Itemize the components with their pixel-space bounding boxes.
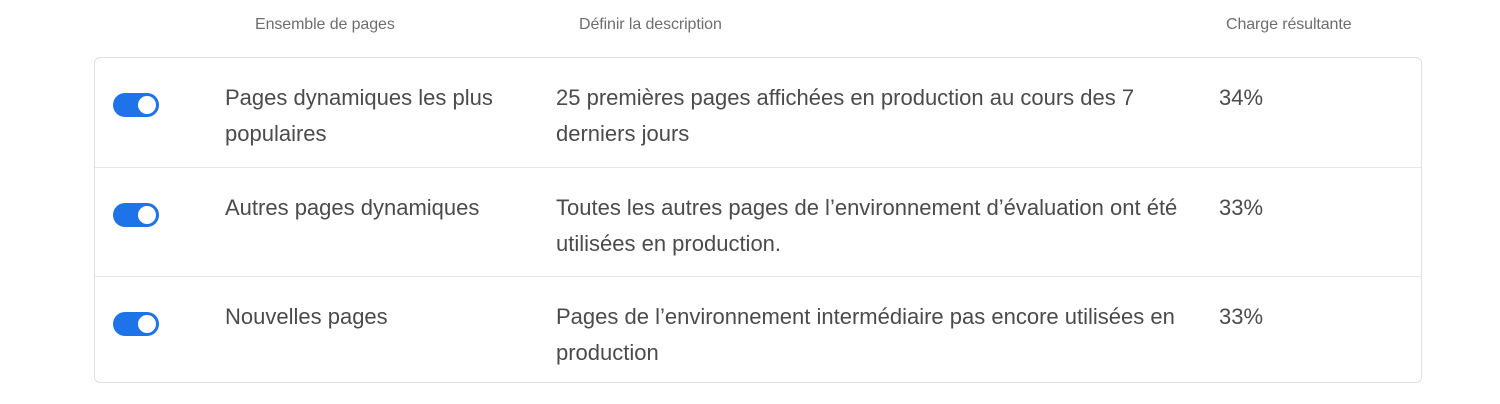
page-set-description: Pages de l’environnement intermédiaire p…: [556, 304, 1175, 365]
toggle-knob: [138, 206, 156, 224]
resulting-load-value: 34%: [1219, 85, 1264, 110]
resulting-load-value: 33%: [1219, 304, 1264, 329]
page-set-table: Pages dynamiques les plus populaires 25 …: [94, 57, 1422, 383]
toggle-knob: [138, 96, 156, 114]
table-row: Pages dynamiques les plus populaires 25 …: [95, 58, 1421, 167]
column-header-page-set: Ensemble de pages: [255, 16, 395, 33]
resulting-load-value: 33%: [1219, 195, 1264, 220]
page-set-name: Pages dynamiques les plus populaires: [225, 85, 493, 146]
page-set-description: Toutes les autres pages de l’environneme…: [556, 195, 1178, 256]
enable-toggle[interactable]: [113, 312, 159, 336]
page-set-description: 25 premières pages affichées en producti…: [556, 85, 1135, 146]
column-header-description: Définir la description: [579, 16, 722, 33]
toggle-knob: [138, 315, 156, 333]
table-header: Ensemble de pages Définir la description…: [0, 0, 1500, 52]
table-row: Autres pages dynamiques Toutes les autre…: [95, 167, 1421, 277]
enable-toggle[interactable]: [113, 93, 159, 117]
page-set-name: Nouvelles pages: [225, 304, 388, 329]
page-set-name: Autres pages dynamiques: [225, 195, 480, 220]
column-header-resulting-load: Charge résultante: [1226, 16, 1352, 33]
enable-toggle[interactable]: [113, 203, 159, 227]
table-row: Nouvelles pages Pages de l’environnement…: [95, 276, 1421, 382]
